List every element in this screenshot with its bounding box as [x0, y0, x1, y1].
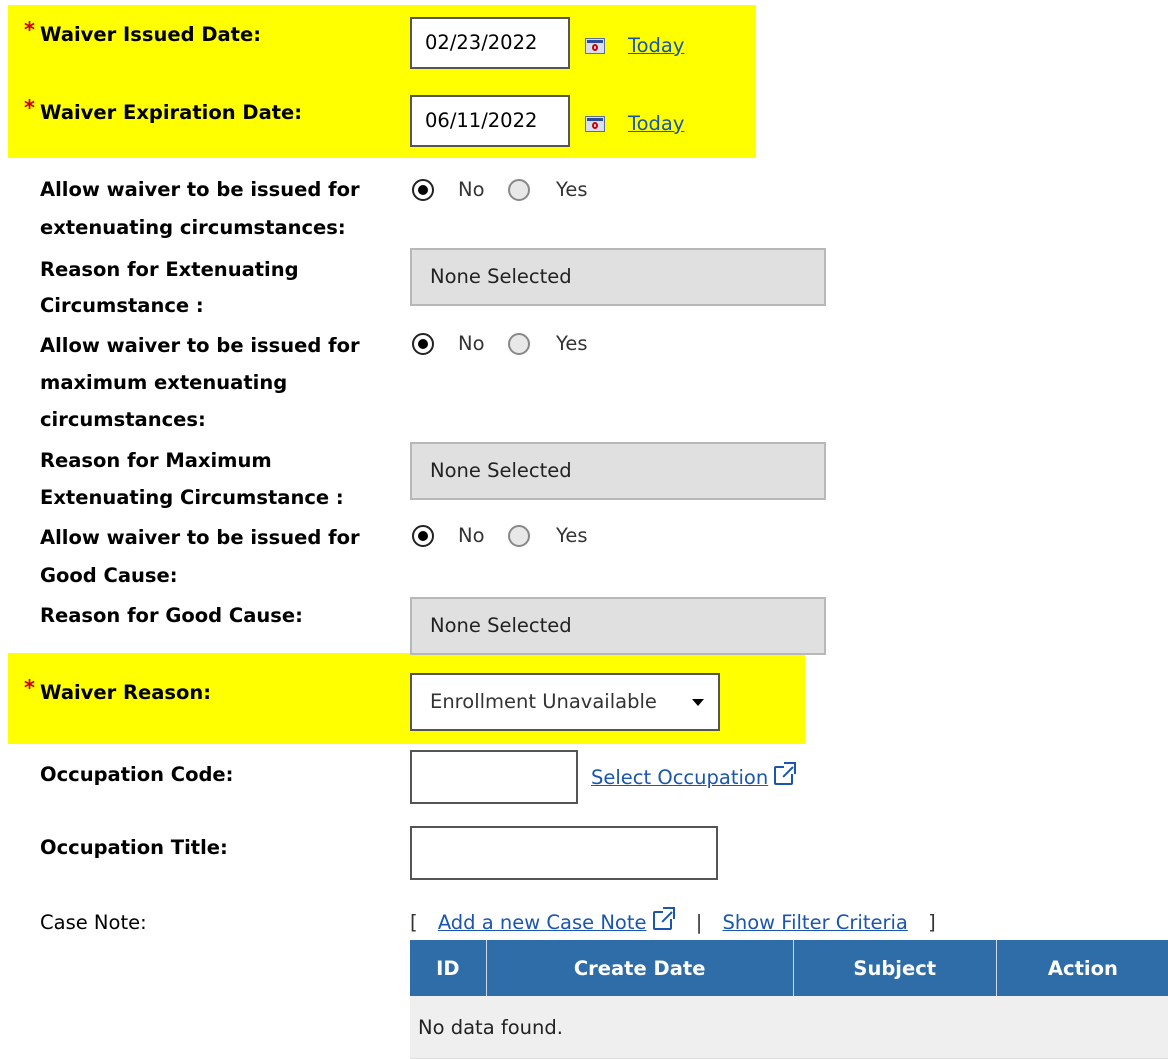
max-extenuating-reason-label-line1: Reason for Maximum — [40, 449, 272, 472]
waiver-reason-selected-value: Enrollment Unavailable — [430, 690, 657, 713]
max-extenuating-yes-label: Yes — [556, 332, 588, 355]
waiver-reason-label: Waiver Reason: — [40, 681, 212, 704]
extenuating-no-radio[interactable] — [412, 179, 434, 201]
waiver-issued-today-link[interactable]: Today — [628, 31, 684, 61]
max-extenuating-yes-radio[interactable] — [508, 333, 530, 355]
waiver-issued-date-input[interactable]: 02/23/2022 — [410, 17, 570, 69]
table-row: No data found. — [410, 996, 1168, 1059]
required-star: * — [24, 18, 35, 42]
occupation-title-input[interactable] — [410, 826, 718, 880]
max-extenuating-no-label: No — [458, 332, 485, 355]
calendar-icon[interactable] — [585, 116, 605, 132]
extenuating-reason-label-line2: Circumstance : — [40, 294, 204, 317]
column-header-id[interactable]: ID — [410, 940, 487, 996]
open-bracket: [ — [410, 911, 418, 934]
add-case-note-label: Add a new Case Note — [437, 911, 647, 934]
waiver-expiration-today-link[interactable]: Today — [628, 109, 684, 139]
case-note-table: ID Create Date Subject Action No data fo… — [410, 940, 1168, 1059]
max-extenuating-reason-label-line2: Extenuating Circumstance : — [40, 486, 344, 509]
add-case-note-link[interactable]: Add a new Case Note — [437, 907, 675, 934]
good-cause-yes-radio[interactable] — [508, 525, 530, 547]
chevron-down-icon — [692, 699, 704, 706]
case-note-actions: [ Add a new Case Note | Show Filter Crit… — [410, 907, 936, 938]
occupation-title-label: Occupation Title: — [40, 836, 228, 859]
good-cause-label-line2: Good Cause: — [40, 564, 178, 587]
occupation-code-label: Occupation Code: — [40, 763, 234, 786]
good-cause-yes-label: Yes — [556, 524, 588, 547]
waiver-reason-select[interactable]: Enrollment Unavailable — [410, 673, 720, 731]
waiver-expiration-date-input[interactable]: 06/11/2022 — [410, 95, 570, 147]
max-extenuating-label-line1: Allow waiver to be issued for — [40, 334, 360, 357]
calendar-icon[interactable] — [585, 38, 605, 54]
close-bracket: ] — [928, 911, 936, 934]
extenuating-reason-label-line1: Reason for Extenuating — [40, 258, 299, 281]
extenuating-reason-field[interactable]: None Selected — [410, 248, 826, 306]
required-star: * — [24, 96, 35, 120]
separator: | — [695, 911, 703, 934]
external-link-icon — [652, 907, 675, 930]
good-cause-reason-label: Reason for Good Cause: — [40, 604, 303, 627]
extenuating-yes-radio[interactable] — [508, 179, 530, 201]
select-occupation-link[interactable]: Select Occupation — [591, 762, 797, 793]
select-occupation-label: Select Occupation — [591, 766, 769, 789]
column-header-subject[interactable]: Subject — [793, 940, 997, 996]
required-star: * — [24, 676, 35, 700]
max-extenuating-no-radio[interactable] — [412, 333, 434, 355]
no-data-message: No data found. — [410, 996, 1168, 1059]
waiver-expiration-date-label: Waiver Expiration Date: — [40, 101, 303, 124]
good-cause-label-line1: Allow waiver to be issued for — [40, 526, 360, 549]
column-header-action[interactable]: Action — [996, 940, 1168, 996]
extenuating-yes-label: Yes — [556, 178, 588, 201]
external-link-icon — [774, 762, 797, 785]
max-extenuating-label-line2: maximum extenuating — [40, 371, 288, 394]
extenuating-label-line1: Allow waiver to be issued for — [40, 178, 360, 201]
good-cause-no-label: No — [458, 524, 485, 547]
extenuating-label-line2: extenuating circumstances: — [40, 216, 346, 239]
show-filter-criteria-link[interactable]: Show Filter Criteria — [722, 911, 907, 934]
table-header-row: ID Create Date Subject Action — [410, 940, 1168, 996]
max-extenuating-label-line3: circumstances: — [40, 408, 206, 431]
good-cause-reason-field[interactable]: None Selected — [410, 597, 826, 655]
good-cause-no-radio[interactable] — [412, 525, 434, 547]
extenuating-no-label: No — [458, 178, 485, 201]
case-note-label: Case Note: — [40, 911, 147, 934]
max-extenuating-reason-field[interactable]: None Selected — [410, 442, 826, 500]
column-header-create-date[interactable]: Create Date — [486, 940, 794, 996]
waiver-issued-date-label: Waiver Issued Date: — [40, 23, 262, 46]
occupation-code-input[interactable] — [410, 750, 578, 804]
